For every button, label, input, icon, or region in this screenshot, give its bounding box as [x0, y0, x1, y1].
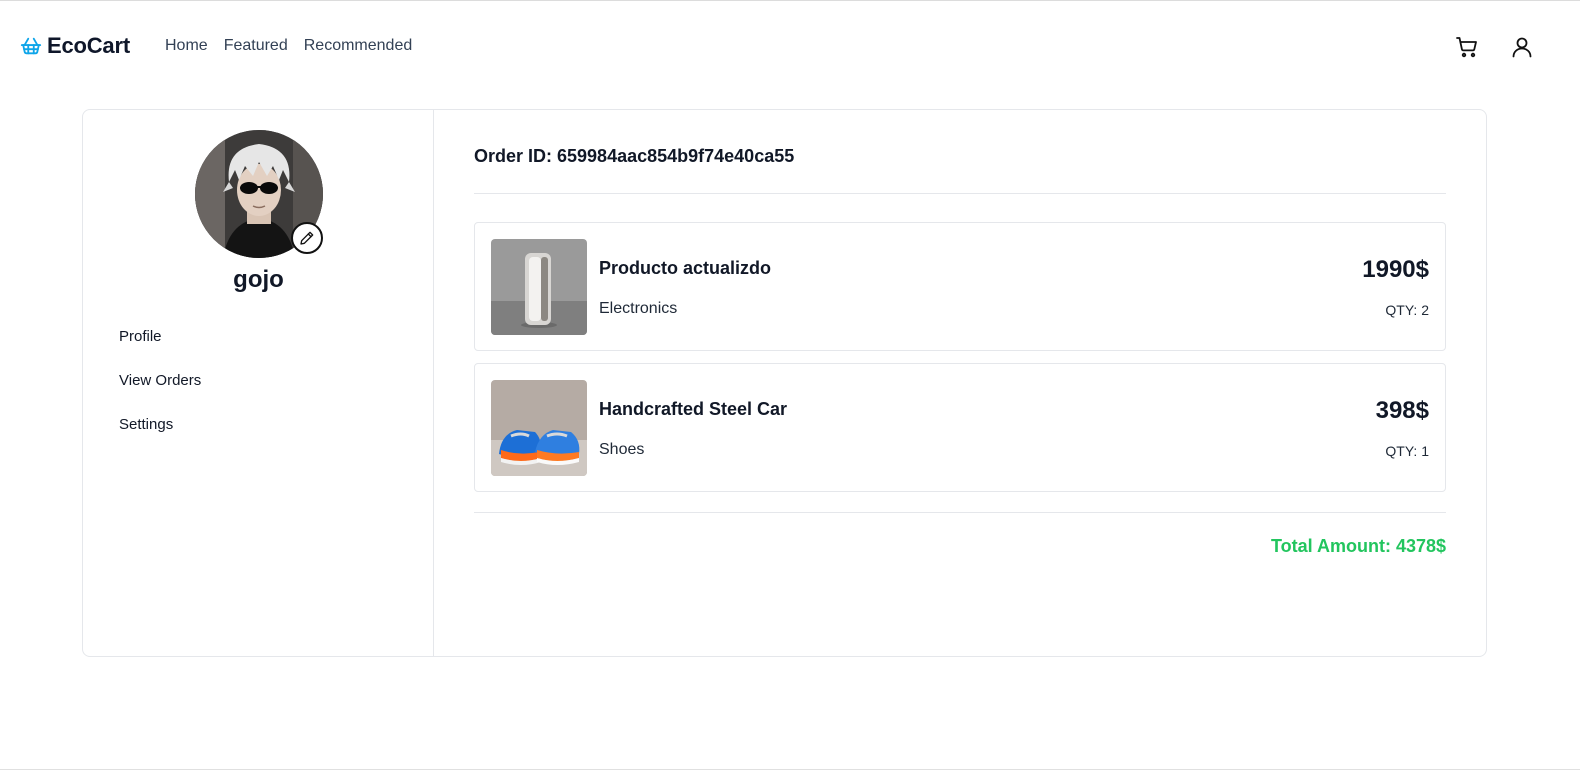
divider: [474, 193, 1446, 194]
menu-view-orders[interactable]: View Orders: [119, 372, 201, 416]
product-image: [491, 380, 587, 476]
order-item: Handcrafted Steel Car Shoes 398$ QTY: 1: [474, 363, 1446, 492]
user-icon: [1510, 35, 1534, 59]
menu-profile[interactable]: Profile: [119, 328, 201, 372]
divider: [474, 512, 1446, 513]
edit-avatar-button[interactable]: [291, 222, 323, 254]
avatar-container: [195, 130, 323, 258]
nav-home-link[interactable]: Home: [165, 37, 208, 55]
product-image: [491, 239, 587, 335]
order-id: Order ID: 659984aac854b9f74e40ca55: [474, 146, 795, 166]
item-price: 1990$: [1362, 256, 1429, 283]
bottom-border: [0, 769, 1580, 770]
profile-sidebar: gojo Profile View Orders Settings: [83, 110, 434, 656]
item-name: Handcrafted Steel Car: [599, 399, 788, 419]
item-category: Electronics: [599, 300, 678, 317]
item-price: 398$: [1375, 397, 1429, 424]
cart-icon: [1455, 35, 1479, 59]
item-quantity: QTY: 2: [1385, 302, 1429, 318]
username: gojo: [233, 266, 284, 293]
profile-menu: Profile View Orders Settings: [119, 328, 201, 460]
item-name: Producto actualizdo: [599, 258, 772, 278]
nav-recommended-link[interactable]: Recommended: [304, 37, 413, 55]
user-account-button[interactable]: [1509, 34, 1535, 60]
total-amount: Total Amount: 4378$: [1270, 536, 1446, 556]
brand-name: EcoCart: [47, 33, 130, 58]
item-quantity: QTY: 1: [1385, 443, 1429, 459]
pencil-icon: [299, 230, 315, 246]
main-nav: Home Featured Recommended: [165, 37, 412, 55]
basket-icon: [20, 35, 42, 57]
order-details: Order ID: 659984aac854b9f74e40ca55 Produ…: [474, 110, 1446, 656]
cart-button[interactable]: [1454, 34, 1480, 60]
navbar: EcoCart Home Featured Recommended: [0, 1, 1580, 89]
item-category: Shoes: [599, 441, 645, 458]
brand-logo-link[interactable]: EcoCart: [20, 33, 130, 59]
order-item: Producto actualizdo Electronics 1990$ QT…: [474, 222, 1446, 351]
nav-featured-link[interactable]: Featured: [224, 37, 288, 55]
menu-settings[interactable]: Settings: [119, 416, 201, 460]
account-card: gojo Profile View Orders Settings Order …: [82, 109, 1487, 657]
